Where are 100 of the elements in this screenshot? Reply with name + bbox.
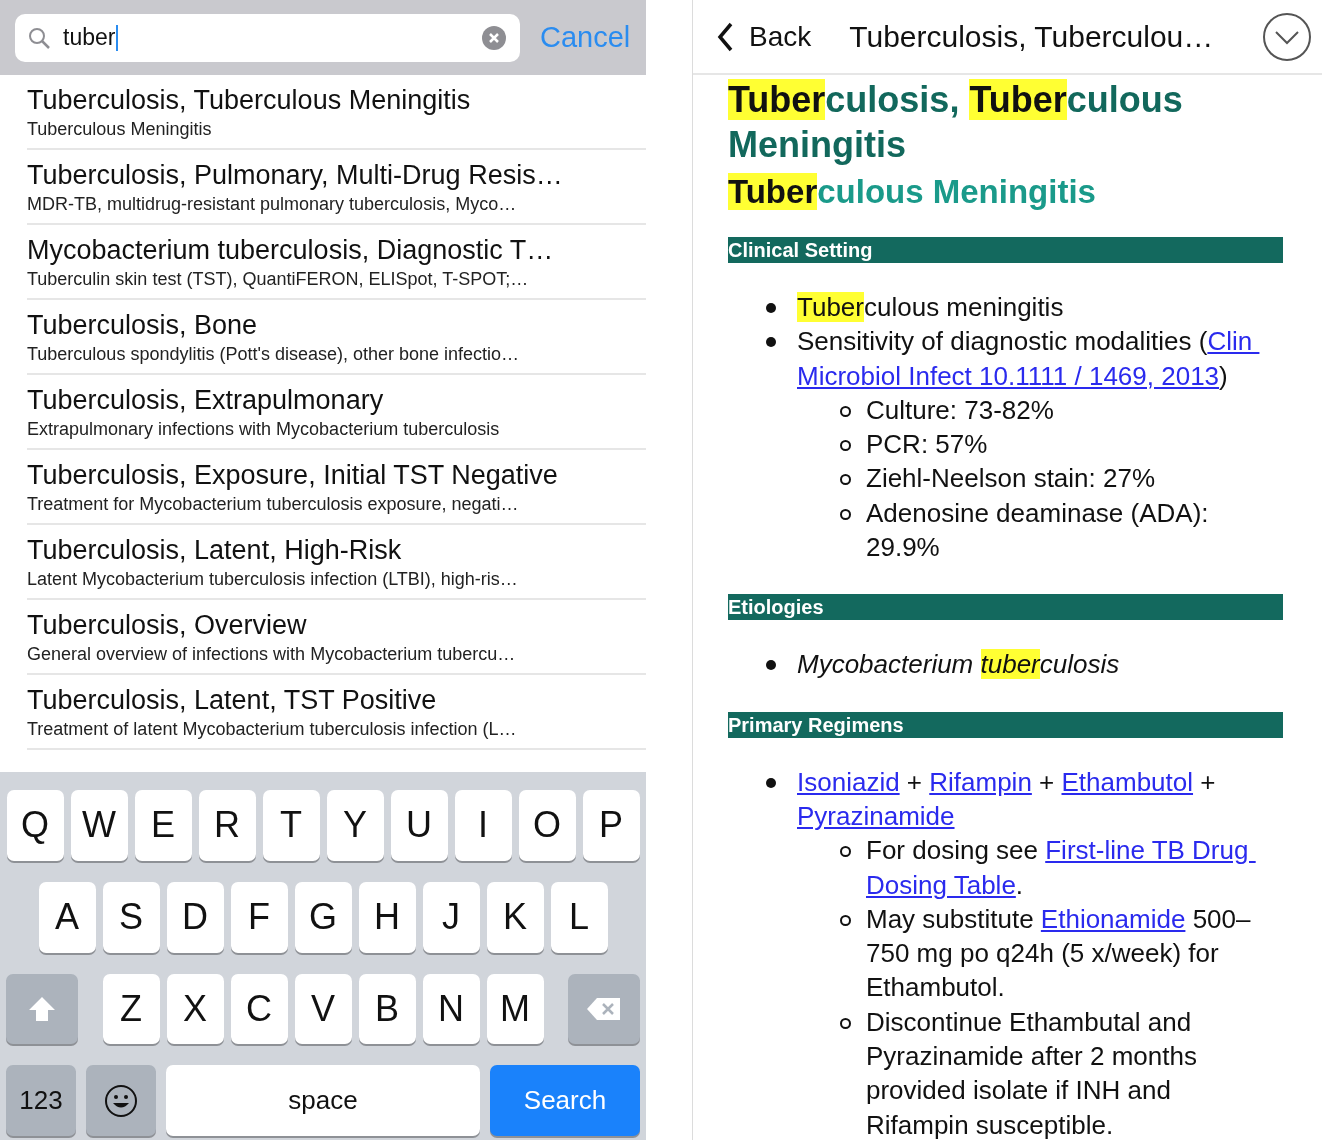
link[interactable]: Pyrazinamide <box>797 800 955 831</box>
shift-icon <box>27 994 57 1023</box>
bullet-icon <box>766 337 776 348</box>
keyboard-key[interactable]: Z <box>102 973 160 1045</box>
result-item[interactable]: Mycobacterium tuberculosis, Diagnostic T… Tuberculin skin test (TST), QuantiFERON, ELISpot, T-SPOT;… <box>27 225 646 300</box>
delete-key[interactable] <box>568 973 640 1045</box>
back-button[interactable]: Back <box>717 20 812 53</box>
result-title: Tuberculosis, Bone <box>27 308 259 342</box>
result-item[interactable]: Tuberculosis, Exposure, Initial TST Negative Treatment for Mycobacterium tuberculosis exposure, negati… <box>27 450 646 525</box>
keyboard-key[interactable]: S <box>102 881 160 953</box>
keyboard-key[interactable]: U <box>390 790 448 861</box>
link[interactable]: Rifampin <box>929 766 1032 797</box>
keyboard-key[interactable]: K <box>486 881 544 953</box>
keyboard-key[interactable]: Q <box>6 790 64 861</box>
keyboard-key[interactable]: J <box>422 881 480 953</box>
keyboard-key[interactable]: E <box>134 790 192 861</box>
bullet-icon <box>840 508 851 520</box>
result-item[interactable]: Tuberculosis, Overview General overview of infections with Mycobacterium tubercu… <box>27 600 646 675</box>
list-text: Mycobacterium tuberculosis <box>797 648 1121 682</box>
result-subtitle: Tuberculous spondylitis (Pott's disease), other bone infectio… <box>27 342 521 366</box>
result-subtitle: MDR-TB, multidrug-resistant pulmonary tuberculosis, Myco… <box>27 192 518 216</box>
result-item[interactable]: Tuberculosis, Extrapulmonary Extrapulmonary infections with Mycobacterium tuberculosis <box>27 375 646 450</box>
clear-button[interactable] <box>482 25 506 50</box>
result-subtitle: Latent Mycobacterium tuberculosis infection (LTBI), high-ris… <box>27 567 519 591</box>
keyboard-key[interactable]: R <box>198 790 256 861</box>
keyboard-key[interactable]: A <box>38 881 96 953</box>
link[interactable]: First-line TB Drug <box>1045 835 1256 866</box>
section-header: Etiologies <box>728 594 1283 621</box>
backspace-icon <box>586 995 622 1022</box>
link[interactable]: Ethionamide <box>1040 903 1186 934</box>
keyboard-key[interactable]: T <box>262 790 320 861</box>
list-text: Ziehl-Neelson stain: 27% <box>866 462 1157 496</box>
bullet-icon <box>766 777 776 788</box>
search-field[interactable]: tuber <box>15 13 520 62</box>
search-key[interactable]: Search <box>490 1065 640 1136</box>
result-title: Tuberculosis, Extrapulmonary <box>27 383 385 417</box>
keyboard-key[interactable]: B <box>358 973 416 1045</box>
link[interactable]: Microbiol Infect 10.1111 / 1469, 2013 <box>797 360 1220 391</box>
list-text: Sensitivity of diagnostic modalities (Clin Microbiol Infect 10.1111 / 1469, 2013) <box>797 324 1287 393</box>
keyboard-key[interactable]: V <box>294 973 352 1045</box>
section-header: Clinical Setting <box>728 237 1283 263</box>
result-title: Tuberculosis, Latent, TST Positive <box>27 683 438 717</box>
result-title: Mycobacterium tuberculosis, Diagnostic T… <box>27 233 555 267</box>
nav-title: Tuberculosis, Tuberculou… <box>849 19 1215 54</box>
keyboard-key[interactable]: I <box>454 790 512 861</box>
result-title: Tuberculosis, Tuberculous Meningitis <box>27 83 472 117</box>
keyboard-key[interactable]: C <box>230 973 288 1045</box>
keyboard-key[interactable]: O <box>518 790 576 861</box>
list-text: For dosing see First-line TB Drug Dosing Table. <box>866 833 1266 902</box>
keyboard-key[interactable]: F <box>230 881 288 953</box>
keyboard-key[interactable]: D <box>166 881 224 953</box>
keyboard-key[interactable]: W <box>70 790 128 861</box>
space-key[interactable]: space <box>166 1065 480 1136</box>
result-item[interactable]: Tuberculosis, Bone Tuberculous spondylitis (Pott's disease), other bone infectio… <box>27 300 646 375</box>
keyboard-key[interactable]: X <box>166 973 224 1045</box>
result-item[interactable]: Tuberculosis, Latent, High-Risk Latent Mycobacterium tuberculosis infection (LTBI), high-ris… <box>27 525 646 600</box>
dropdown-button[interactable] <box>1262 11 1312 62</box>
keyboard-key[interactable]: Y <box>326 790 384 861</box>
bullet-icon <box>840 846 851 858</box>
bullet-icon <box>840 1017 851 1029</box>
page-subheading: Tuberculous Meningitis <box>728 172 1097 212</box>
link[interactable]: Isoniazid <box>797 766 900 797</box>
result-subtitle: Treatment for Mycobacterium tuberculosis exposure, negati… <box>27 492 520 516</box>
list-text: Discontinue Ethambutal and Pyrazinamide after 2 months provided isolate if INH and Rifampin susceptible. <box>866 1005 1198 1140</box>
list-text: PCR: 57% <box>866 428 989 462</box>
bullet-icon <box>766 660 776 671</box>
keyboard-key[interactable]: P <box>582 790 640 861</box>
keyboard-key[interactable]: H <box>358 881 416 953</box>
bullet-icon <box>766 303 776 313</box>
bullet-icon <box>840 440 851 452</box>
section-header: Primary Regimens <box>728 711 1283 738</box>
result-item[interactable]: Tuberculosis, Pulmonary, Multi-Drug Resis… MDR-TB, multidrug-resistant pulmonary tuberculosis, Myco… <box>27 150 646 225</box>
keyboard-key[interactable]: N <box>422 973 480 1045</box>
result-item[interactable]: Tuberculosis, Latent, TST Positive Treatment of latent Mycobacterium tuberculosis infection (L… <box>27 675 646 750</box>
bullet-icon <box>840 914 851 926</box>
keyboard-key[interactable]: G <box>294 881 352 953</box>
emoji-key[interactable] <box>86 1065 156 1136</box>
result-item[interactable]: Tuberculosis, Tuberculous Meningitis Tuberculous Meningitis <box>27 75 646 150</box>
keyboard-key[interactable]: M <box>486 973 544 1045</box>
result-subtitle: Treatment of latent Mycobacterium tuberculosis infection (L… <box>27 717 518 741</box>
result-subtitle: Tuberculin skin test (TST), QuantiFERON, ELISpot, T-SPOT;… <box>27 267 530 291</box>
search-icon <box>27 25 51 50</box>
chevron-left-icon <box>717 21 733 52</box>
list-text: Culture: 73-82% <box>866 393 1055 427</box>
list-text: Adenosine deaminase (ADA): 29.9% <box>866 496 1210 565</box>
bullet-icon <box>840 405 851 417</box>
smiley-icon <box>104 1083 138 1118</box>
result-title: Tuberculosis, Overview <box>27 608 308 642</box>
keyboard-key[interactable]: L <box>550 881 608 953</box>
link[interactable]: Ethambutol <box>1061 766 1194 797</box>
link[interactable]: Dosing Table <box>866 869 1016 900</box>
shift-key[interactable] <box>6 973 78 1045</box>
result-subtitle: Tuberculous Meningitis <box>27 117 213 141</box>
result-title: Tuberculosis, Pulmonary, Multi-Drug Resis… <box>27 158 564 192</box>
link[interactable]: Clin <box>1207 326 1260 357</box>
result-title: Tuberculosis, Exposure, Initial TST Negative <box>27 458 559 492</box>
result-subtitle: General overview of infections with Mycobacterium tubercu… <box>27 642 517 666</box>
numbers-key[interactable]: 123 <box>6 1065 76 1136</box>
bullet-icon <box>840 474 851 486</box>
list-text: May substitute Ethionamide 500–750 mg po q24h (5 x/week) for Ethambutol. <box>866 902 1252 1005</box>
